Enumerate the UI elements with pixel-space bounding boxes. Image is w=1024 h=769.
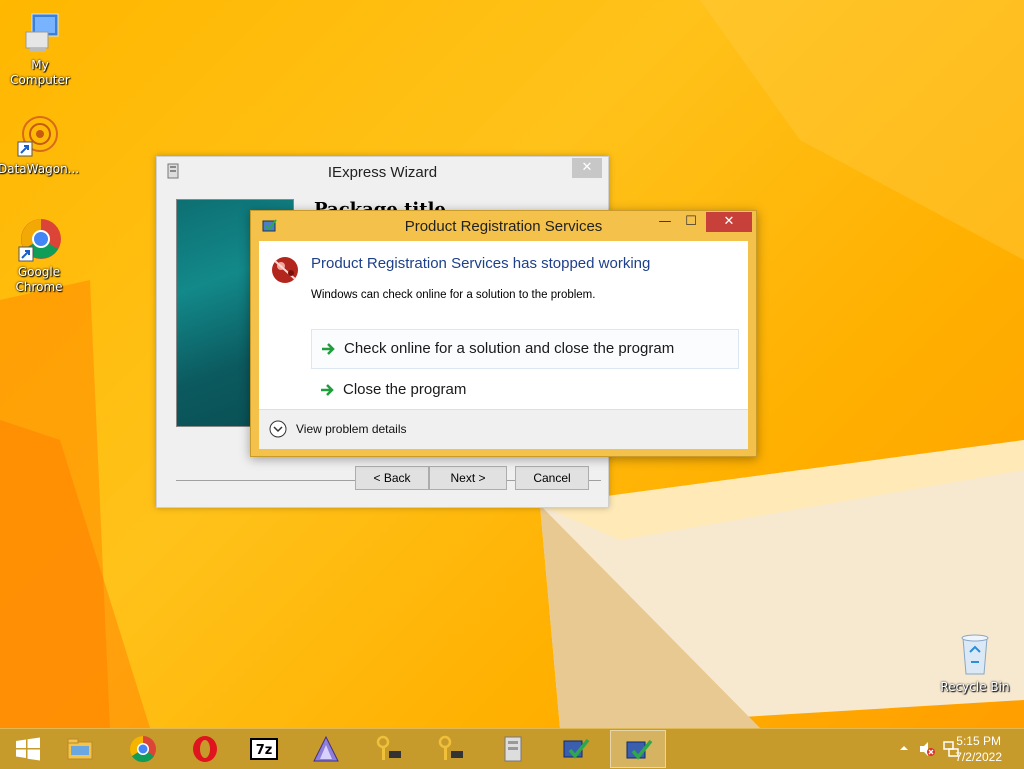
taskbar-checklist-app-2[interactable] bbox=[610, 730, 666, 768]
clock-date: 7/2/2022 bbox=[955, 750, 1002, 764]
keys-icon bbox=[376, 735, 401, 760]
dialog-title-bar[interactable]: Product Registration Services — ☐ ✕ bbox=[251, 211, 756, 241]
green-arrow-icon bbox=[322, 343, 335, 355]
maximize-icon: ☐ bbox=[685, 214, 697, 229]
desktop-icon-label: DataWagon... bbox=[0, 162, 80, 176]
taskbar-opera[interactable] bbox=[177, 730, 233, 768]
letter-a-icon bbox=[313, 735, 339, 762]
clock-time: 5:15 PM bbox=[956, 734, 1001, 748]
error-dialog: Product Registration Services — ☐ ✕ Prod… bbox=[250, 210, 757, 457]
desktop-icon-my-computer[interactable]: My Computer bbox=[0, 8, 80, 88]
taskbar-file-explorer[interactable] bbox=[52, 730, 108, 768]
option-label: Check online for a solution and close th… bbox=[344, 340, 675, 357]
show-hidden-icons-button[interactable] bbox=[898, 741, 910, 755]
chrome-icon bbox=[129, 735, 156, 763]
error-description: Windows can check online for a solution … bbox=[311, 289, 596, 301]
taskbar-app-a[interactable] bbox=[298, 730, 354, 768]
iexpress-title-bar[interactable]: IExpress Wizard ✕ bbox=[157, 157, 608, 187]
recycle-bin-icon bbox=[951, 630, 999, 678]
chevron-up-icon bbox=[900, 746, 908, 750]
dialog-content: Product Registration Services has stoppe… bbox=[259, 241, 748, 409]
desktop-icon-google-chrome[interactable]: Google Chrome bbox=[0, 215, 79, 295]
green-arrow-icon bbox=[321, 384, 334, 396]
error-app-icon bbox=[272, 257, 298, 283]
option-label: Close the program bbox=[343, 381, 467, 398]
taskbar-chrome[interactable] bbox=[115, 730, 171, 768]
checklist-icon bbox=[626, 739, 653, 760]
taskbar-keys-app-1[interactable] bbox=[360, 730, 416, 768]
start-button[interactable] bbox=[0, 730, 56, 768]
desktop: My Computer DataWagon... Google Chrome R… bbox=[0, 0, 1024, 728]
datawagon-icon bbox=[14, 112, 62, 160]
minimize-icon: — bbox=[658, 214, 672, 229]
taskbar-keys-app-2[interactable] bbox=[422, 730, 478, 768]
desktop-icon-label: Google Chrome bbox=[15, 265, 63, 294]
window-title: IExpress Wizard bbox=[327, 164, 438, 181]
back-button[interactable]: < Back bbox=[355, 466, 429, 490]
desktop-icon-label: My Computer bbox=[10, 58, 70, 87]
volume-muted-icon bbox=[920, 742, 935, 756]
next-button[interactable]: Next > bbox=[429, 466, 507, 490]
7zip-icon: 7z bbox=[250, 738, 278, 760]
archive-icon bbox=[504, 736, 522, 762]
close-button[interactable]: ✕ bbox=[572, 158, 602, 178]
desktop-icon-datawagon[interactable]: DataWagon... bbox=[0, 112, 80, 177]
taskbar: 7z 5:15 PM 7/2/2022 bbox=[0, 728, 1024, 769]
checklist-icon bbox=[563, 738, 590, 759]
check-online-option[interactable]: Check online for a solution and close th… bbox=[311, 329, 739, 369]
svg-text:7z: 7z bbox=[256, 743, 273, 758]
volume-button[interactable] bbox=[918, 740, 936, 758]
close-icon: ✕ bbox=[581, 160, 593, 175]
close-icon: ✕ bbox=[723, 214, 735, 229]
details-label: View problem details bbox=[296, 422, 407, 436]
chevron-down-icon bbox=[269, 420, 287, 438]
system-tray: 5:15 PM 7/2/2022 bbox=[874, 729, 1024, 769]
folder-icon bbox=[67, 738, 93, 760]
maximize-button[interactable]: ☐ bbox=[678, 212, 704, 232]
cancel-button[interactable]: Cancel bbox=[515, 466, 589, 490]
taskbar-7zip[interactable]: 7z bbox=[236, 730, 292, 768]
taskbar-archive[interactable] bbox=[485, 730, 541, 768]
opera-icon bbox=[193, 736, 217, 762]
computer-icon bbox=[16, 8, 64, 56]
clock[interactable]: 5:15 PM 7/2/2022 bbox=[955, 733, 1002, 765]
windows-logo-icon bbox=[16, 737, 40, 761]
minimize-button[interactable]: — bbox=[652, 212, 678, 232]
dialog-footer: View problem details bbox=[259, 409, 748, 449]
error-title: Product Registration Services has stoppe… bbox=[311, 255, 651, 272]
close-button[interactable]: ✕ bbox=[706, 212, 752, 232]
desktop-icon-label: Recycle Bin bbox=[940, 680, 1010, 694]
keys-icon bbox=[438, 735, 463, 760]
chrome-icon bbox=[15, 215, 63, 263]
taskbar-checklist-app-1[interactable] bbox=[548, 730, 604, 768]
desktop-icon-recycle-bin[interactable]: Recycle Bin bbox=[935, 630, 1015, 695]
close-program-option[interactable]: Close the program bbox=[311, 371, 737, 409]
